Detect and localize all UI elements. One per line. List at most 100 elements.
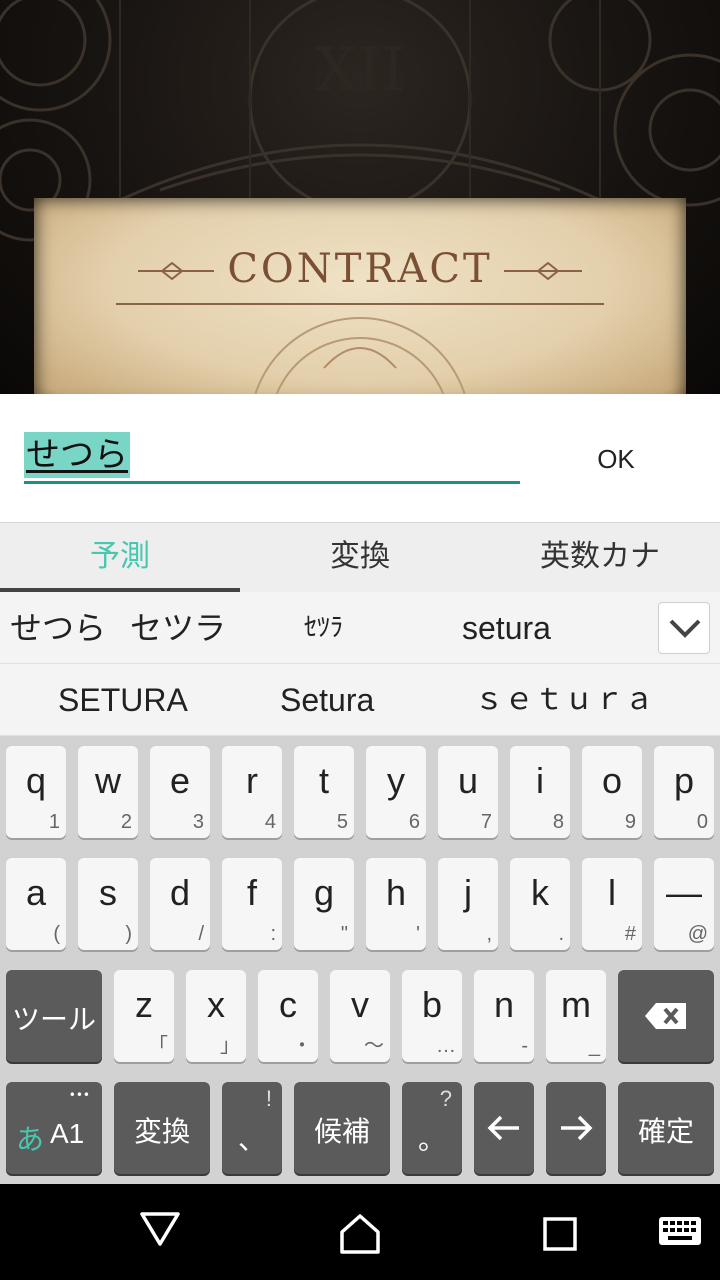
candidate-item[interactable]: ｓｅｔｕｒａ xyxy=(474,664,654,736)
key-char: o xyxy=(601,760,623,801)
key-t[interactable]: t5 xyxy=(294,746,354,838)
key-char: c xyxy=(279,984,297,1025)
candidate-item[interactable]: ｾﾂﾗ xyxy=(304,592,343,664)
key-r[interactable]: r4 xyxy=(222,746,282,838)
key-sub-char: 〜 xyxy=(364,1035,384,1057)
tool-key[interactable]: ツール xyxy=(6,970,102,1062)
key-label: 候補 xyxy=(313,1115,370,1148)
key-o[interactable]: o9 xyxy=(582,746,642,838)
key-i[interactable]: i8 xyxy=(510,746,570,838)
key-v[interactable]: v 〜 xyxy=(330,970,390,1062)
key-sub-char: 4 xyxy=(264,811,276,833)
comma-key[interactable]: 、 ! xyxy=(222,1082,282,1174)
key-sub-char: , xyxy=(486,923,492,945)
candidate-key[interactable]: 候補 xyxy=(294,1082,390,1174)
key-y[interactable]: y6 xyxy=(366,746,426,838)
text-input-bar: せつら OK xyxy=(0,394,720,522)
candidate-row: せつら セツラ ｾﾂﾗ setura xyxy=(0,592,720,664)
key-s[interactable]: s) xyxy=(78,858,138,950)
arrow-left-icon xyxy=(487,1115,519,1141)
candidate-item[interactable]: Setura xyxy=(280,664,374,736)
key-j[interactable]: j, xyxy=(438,858,498,950)
key-sub-char: ・ xyxy=(292,1035,312,1057)
tab-alnum-kana[interactable]: 英数カナ xyxy=(480,523,720,592)
key-label: 確定 xyxy=(637,1115,694,1148)
expand-candidates-button[interactable] xyxy=(658,602,710,654)
arrow-right-icon xyxy=(561,1115,593,1141)
key-m[interactable]: m _ xyxy=(546,970,606,1062)
backspace-key[interactable] xyxy=(618,970,714,1062)
key-char: v xyxy=(351,984,369,1025)
back-triangle-icon[interactable] xyxy=(138,1208,182,1248)
period-key[interactable]: 。 ? xyxy=(402,1082,462,1174)
key-sub-char: ' xyxy=(416,923,420,945)
key-e[interactable]: e3 xyxy=(150,746,210,838)
key-dash[interactable]: — @ xyxy=(654,858,714,950)
key-char: x xyxy=(207,984,225,1025)
backspace-icon xyxy=(645,1003,686,1029)
key-p[interactable]: p0 xyxy=(654,746,714,838)
key-x[interactable]: x」 xyxy=(186,970,246,1062)
key-sub-char: 2 xyxy=(120,811,132,833)
key-char: l xyxy=(608,872,616,913)
key-q[interactable]: q1 xyxy=(6,746,66,838)
key-c[interactable]: c ・ xyxy=(258,970,318,1062)
key-g[interactable]: g " xyxy=(294,858,354,950)
candidate-item[interactable]: セツラ xyxy=(130,592,226,664)
parchment-ornament xyxy=(116,261,604,394)
key-char: f xyxy=(246,872,257,913)
key-sub-char: 5 xyxy=(336,811,348,833)
key-char: k xyxy=(531,872,549,913)
key-w[interactable]: w2 xyxy=(78,746,138,838)
key-a[interactable]: a( xyxy=(6,858,66,950)
cursor-left-key[interactable] xyxy=(474,1082,534,1174)
keyboard-icon[interactable] xyxy=(658,1216,702,1248)
key-b[interactable]: b… xyxy=(402,970,462,1062)
key-char: i xyxy=(536,760,544,801)
key-sub-char: ! xyxy=(265,1086,272,1111)
key-sub-char: 7 xyxy=(480,811,492,833)
game-background: XII CONTRACT xyxy=(0,0,720,394)
key-char: y xyxy=(387,760,405,801)
key-char: q xyxy=(25,760,47,801)
candidate-item[interactable]: せつら xyxy=(10,592,106,664)
key-char: w xyxy=(95,760,121,801)
ok-button[interactable]: OK xyxy=(576,434,656,484)
ime-mode-tabs: 予測 変換 英数カナ xyxy=(0,522,720,592)
cursor-right-key[interactable] xyxy=(546,1082,606,1174)
mode-dots: ••• xyxy=(68,1088,90,1102)
home-icon[interactable] xyxy=(338,1212,382,1256)
tab-conversion[interactable]: 変換 xyxy=(240,523,480,592)
candidate-item[interactable]: SETURA xyxy=(58,664,188,736)
key-char: 。 xyxy=(417,1123,446,1156)
input-mode-key[interactable]: あ A1 ••• xyxy=(6,1082,102,1174)
key-char: n xyxy=(493,984,515,1025)
contract-title: CONTRACT xyxy=(227,246,493,292)
key-char: s xyxy=(99,872,117,913)
name-input-field[interactable]: せつら xyxy=(24,432,520,484)
key-z[interactable]: z 「 xyxy=(114,970,174,1062)
key-sub-char: 8 xyxy=(552,811,564,833)
key-char: u xyxy=(457,760,479,801)
key-char: d xyxy=(169,872,191,913)
key-k[interactable]: k. xyxy=(510,858,570,950)
key-n[interactable]: n- xyxy=(474,970,534,1062)
key-h[interactable]: h ' xyxy=(366,858,426,950)
candidate-item[interactable]: setura xyxy=(462,592,551,664)
key-l[interactable]: l # xyxy=(582,858,642,950)
navigation-bar xyxy=(0,1184,720,1280)
key-sub-char: @ xyxy=(687,923,708,945)
key-sub-char: 3 xyxy=(192,811,204,833)
mode-label-alpha: A1 xyxy=(50,1118,85,1149)
tab-prediction[interactable]: 予測 xyxy=(0,523,240,592)
recents-square-icon[interactable] xyxy=(542,1216,580,1254)
key-u[interactable]: u7 xyxy=(438,746,498,838)
composing-text: せつら xyxy=(24,432,130,478)
key-d[interactable]: d / xyxy=(150,858,210,950)
key-f[interactable]: f: xyxy=(222,858,282,950)
key-sub-char: 0 xyxy=(696,811,708,833)
convert-key[interactable]: 変換 xyxy=(114,1082,210,1174)
key-sub-char: … xyxy=(436,1035,456,1057)
confirm-key[interactable]: 確定 xyxy=(618,1082,714,1174)
key-label: 変換 xyxy=(133,1115,190,1148)
